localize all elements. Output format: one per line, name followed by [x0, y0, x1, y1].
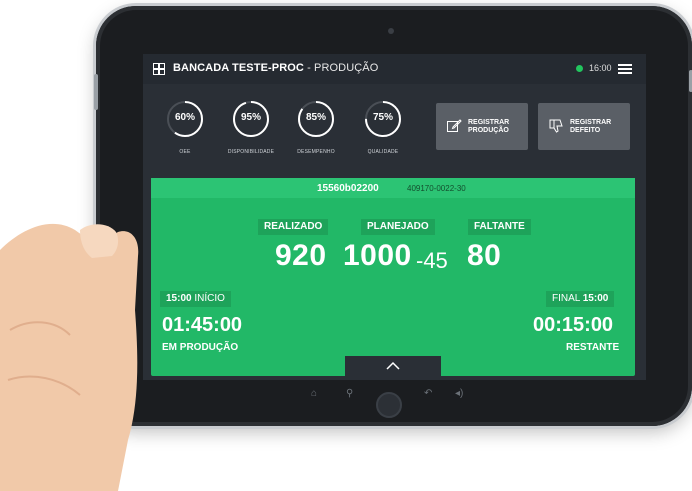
thumbs-down-icon	[548, 118, 564, 134]
chevron-up-icon	[386, 361, 400, 370]
end-tag: FINAL 15:00	[546, 291, 615, 307]
register-defect-button[interactable]: REGISTRAR DEFEITO	[538, 103, 630, 150]
gauge-performance: 85%	[296, 99, 336, 139]
register-production-button[interactable]: REGISTRAR PRODUÇÃO	[436, 103, 528, 150]
realizado-value: 920	[275, 239, 327, 272]
page-title: BANCADA TESTE-PROC - PRODUÇÃO	[173, 62, 378, 74]
planejado-label: PLANEJADO	[361, 219, 435, 235]
hamburger-menu-icon[interactable]	[618, 64, 632, 74]
gauge-oee: 60%	[165, 99, 205, 139]
gauge-quality: 75%	[363, 99, 403, 139]
order-header: 15560b02200 409170-0022-30	[151, 178, 635, 198]
top-bar: BANCADA TESTE-PROC - PRODUÇÃO 16:00	[143, 54, 646, 84]
volume-button	[94, 74, 98, 110]
realizado-label: REALIZADO	[258, 219, 329, 235]
remaining-time: 00:15:00	[533, 314, 614, 336]
planejado-difference: -45	[416, 248, 448, 273]
remaining-label: RESTANTE	[566, 342, 620, 353]
gauge-value: 75%	[372, 112, 393, 123]
start-time: 15:00	[166, 293, 192, 304]
planejado-value: 1000	[343, 239, 412, 272]
station-name: BANCADA TESTE-PROC	[173, 62, 304, 74]
elapsed-time: 01:45:00	[162, 314, 243, 336]
gauge-value: 60%	[174, 112, 195, 123]
gauge-value: 85%	[305, 112, 326, 123]
clock: 16:00	[589, 63, 612, 73]
end-time: 15:00	[582, 293, 609, 304]
app-screen: BANCADA TESTE-PROC - PRODUÇÃO 16:00 60% …	[143, 54, 646, 380]
search-nav-icon: ⚲	[346, 388, 354, 399]
edit-icon	[446, 118, 462, 134]
faltante-label: FALTANTE	[468, 219, 531, 235]
start-tag: 15:00 INÍCIO	[160, 291, 231, 307]
order-code: 409170-0022-30	[407, 184, 466, 193]
gauge-availability: 95%	[231, 99, 271, 139]
camera	[388, 28, 394, 34]
back-nav-icon: ↶	[424, 388, 433, 399]
home-button	[376, 392, 402, 418]
gauge-label: QUALIDADE	[367, 149, 399, 155]
faltante-value: 80	[467, 239, 502, 272]
start-label: INÍCIO	[194, 293, 225, 304]
order-number: 15560b02200	[317, 183, 379, 194]
home-nav-icon: ⌂	[311, 388, 318, 399]
elapsed-label: EM PRODUÇÃO	[162, 342, 239, 353]
volume-nav-icon: ◂)	[455, 388, 464, 399]
expand-panel-button[interactable]	[345, 356, 441, 378]
end-label: FINAL	[552, 293, 580, 304]
online-status-icon	[576, 65, 583, 72]
production-panel: 15560b02200 409170-0022-30 REALIZADO PLA…	[151, 178, 635, 378]
register-production-label: REGISTRAR PRODUÇÃO	[468, 119, 510, 134]
station-mode: - PRODUÇÃO	[303, 62, 379, 74]
register-defect-label: REGISTRAR DEFEITO	[570, 119, 612, 134]
grid-menu-icon[interactable]	[153, 63, 165, 75]
gauge-value: 95%	[240, 112, 261, 123]
